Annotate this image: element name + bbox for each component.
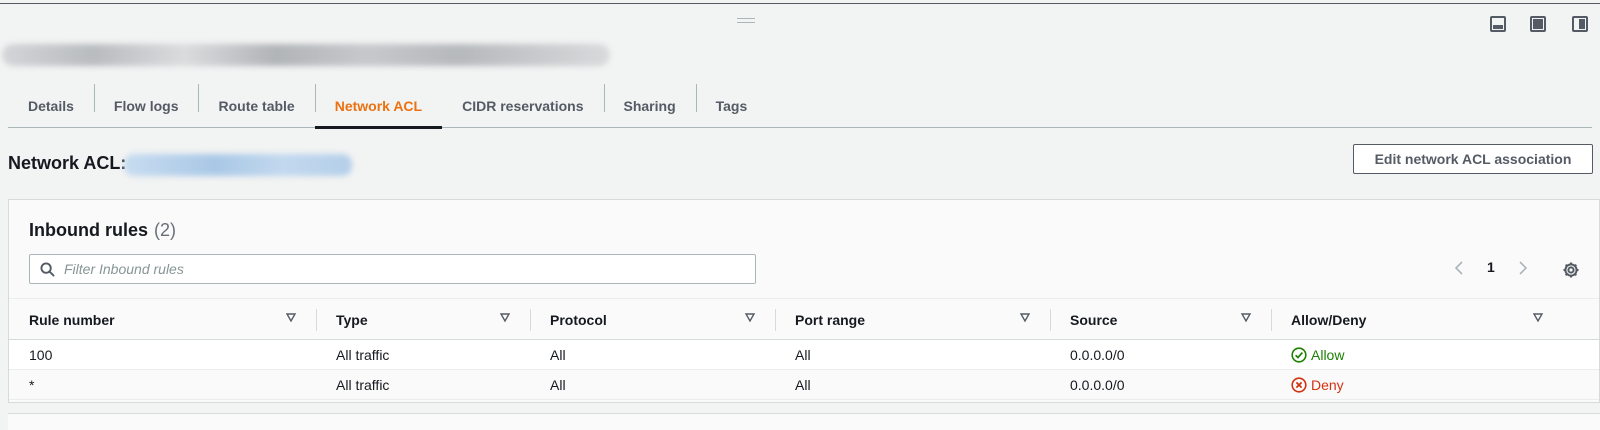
check-circle-icon (1291, 346, 1307, 363)
search-icon (40, 262, 55, 277)
cell-rule-number: * (29, 376, 35, 393)
column-header-port-range[interactable]: Port range (775, 299, 1050, 340)
cell-allow-deny: Deny (1271, 370, 1344, 399)
dock-bottom-icon[interactable] (1490, 16, 1506, 32)
chevron-right-icon[interactable] (1515, 261, 1529, 275)
x-circle-icon (1291, 376, 1307, 393)
tab-network-acl[interactable]: Network ACL (314, 84, 443, 129)
status-deny: Deny (1291, 377, 1344, 393)
column-header-label: Rule number (29, 311, 115, 328)
column-header-label: Allow/Deny (1291, 311, 1367, 328)
inbound-rules-table: Rule number Type Protocol Port range Sou… (9, 298, 1599, 400)
maximize-icon[interactable] (1530, 16, 1546, 32)
drag-handle-icon[interactable] (737, 18, 755, 24)
table-row[interactable]: * All traffic All All 0.0.0.0/0 Deny (9, 370, 1599, 400)
inbound-rules-count: (2) (154, 220, 176, 240)
column-header-source[interactable]: Source (1050, 299, 1271, 340)
table-row[interactable]: 100 All traffic All All 0.0.0.0/0 Allow (9, 340, 1599, 370)
cell-source: 0.0.0.0/0 (1070, 376, 1125, 393)
cell-protocol: All (550, 346, 566, 363)
tab-tags[interactable]: Tags (695, 84, 768, 127)
window-top-border (0, 3, 1600, 4)
column-header-rule-number[interactable]: Rule number (9, 299, 316, 340)
column-header-label: Port range (795, 311, 866, 328)
current-page-number[interactable]: 1 (1487, 259, 1495, 275)
tab-flow-logs[interactable]: Flow logs (93, 84, 199, 127)
edit-network-acl-association-button[interactable]: Edit network ACL association (1353, 144, 1593, 174)
sort-icon (1020, 313, 1030, 323)
pagination: 1 (1449, 256, 1549, 280)
status-label: Deny (1311, 376, 1344, 393)
inbound-rules-panel: Inbound rules (2) 1 Rule number (8, 199, 1600, 403)
tab-sharing[interactable]: Sharing (603, 84, 696, 127)
cell-type: All traffic (336, 376, 390, 393)
sort-icon (1533, 313, 1543, 323)
redacted-acl-id-link[interactable] (124, 154, 352, 176)
tab-cidr-reservations[interactable]: CIDR reservations (442, 84, 603, 127)
inbound-rules-title-text: Inbound rules (29, 220, 148, 240)
network-acl-heading: Network ACL: (8, 153, 127, 173)
redacted-resource-title (2, 44, 610, 66)
panel-layout-controls (1490, 16, 1600, 34)
filter-inbound-rules (29, 254, 756, 284)
cell-port-range: All (795, 376, 811, 393)
cell-type: All traffic (336, 346, 390, 363)
tab-bar: Details Flow logs Route table Network AC… (8, 84, 1592, 129)
cell-protocol: All (550, 376, 566, 393)
status-allow: Allow (1291, 347, 1344, 363)
cell-port-range: All (795, 346, 811, 363)
column-header-label: Protocol (550, 311, 607, 328)
column-header-protocol[interactable]: Protocol (530, 299, 775, 340)
sort-icon (1241, 313, 1251, 323)
column-header-label: Type (336, 311, 368, 328)
cell-allow-deny: Allow (1271, 340, 1344, 369)
tab-route-table[interactable]: Route table (198, 84, 314, 127)
filter-inbound-rules-input[interactable] (64, 255, 744, 283)
table-header: Rule number Type Protocol Port range Sou… (9, 298, 1599, 340)
status-label: Allow (1311, 346, 1345, 363)
tab-details[interactable]: Details (8, 84, 94, 127)
column-header-type[interactable]: Type (316, 299, 530, 340)
column-header-label: Source (1070, 311, 1118, 328)
cell-source: 0.0.0.0/0 (1070, 346, 1125, 363)
chevron-left-icon[interactable] (1453, 261, 1467, 275)
gear-icon[interactable] (1562, 261, 1580, 279)
sort-icon (745, 313, 755, 323)
sort-icon (286, 313, 296, 323)
dock-side-icon[interactable] (1572, 16, 1588, 32)
cell-rule-number: 100 (29, 346, 53, 363)
column-header-allow-deny[interactable]: Allow/Deny (1271, 299, 1559, 340)
inbound-rules-title: Inbound rules (2) (29, 220, 176, 241)
next-panel-edge (8, 413, 1600, 430)
sort-icon (500, 313, 510, 323)
